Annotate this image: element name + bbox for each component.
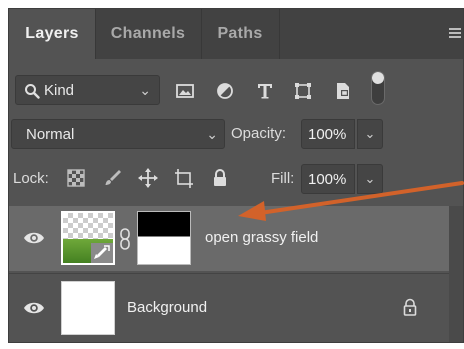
layer-row-background[interactable]: Background [9,276,463,341]
layers-panel: Layers Channels Paths Kind ⌄ Normal ⌄ Op… [8,8,464,343]
opacity-dropdown-button[interactable]: ⌄ [357,119,383,149]
smart-object-filter-icon[interactable] [333,81,353,101]
layer-mask-thumbnail[interactable] [137,211,191,265]
chevron-down-icon: ⌄ [206,126,218,142]
visibility-eye-icon[interactable] [23,300,45,316]
opacity-label: Opacity: [231,125,287,142]
layer-thumbnail[interactable] [61,211,115,265]
tab-channels[interactable]: Channels [95,9,201,59]
layer-name[interactable]: open grassy field [205,229,318,246]
layer-name[interactable]: Background [127,299,207,316]
search-icon [25,84,40,99]
filter-toggle[interactable] [371,71,385,105]
smart-object-badge-icon [91,243,113,263]
lock-all-icon[interactable] [209,167,231,189]
layer-thumbnail[interactable] [61,281,115,335]
lock-label: Lock: [13,170,49,187]
mask-link-chain-icon[interactable] [119,228,131,250]
filter-kind-select[interactable]: Kind ⌄ [15,75,160,105]
lock-transparent-icon[interactable] [65,167,87,189]
toggle-knob [372,72,384,84]
annotation-arrow [238,181,464,221]
tab-divider [279,9,280,59]
image-filter-icon[interactable] [175,81,195,101]
panel-tab-bar: Layers Channels Paths [9,9,463,59]
blend-mode-select[interactable]: Normal ⌄ [11,119,225,149]
chevron-down-icon: ⌄ [139,82,151,98]
visibility-eye-icon[interactable] [23,230,45,246]
blend-mode-value: Normal [26,126,75,143]
shape-filter-icon[interactable] [293,81,313,101]
filter-kind-label: Kind [44,82,75,99]
opacity-input[interactable]: 100% [301,119,355,149]
adjustment-filter-icon[interactable] [215,81,235,101]
lock-position-icon[interactable] [137,167,159,189]
type-filter-icon[interactable] [255,81,275,101]
chevron-down-icon: ⌄ [364,126,376,141]
lock-artboard-icon[interactable] [173,167,195,189]
smart-object-badge-glyph [94,245,110,259]
panel-menu-icon[interactable] [449,28,461,40]
tab-paths[interactable]: Paths [201,9,279,59]
lock-image-icon[interactable] [101,167,123,189]
row-divider [9,273,449,274]
tab-layers[interactable]: Layers [9,9,95,59]
lock-icon[interactable] [403,298,417,316]
